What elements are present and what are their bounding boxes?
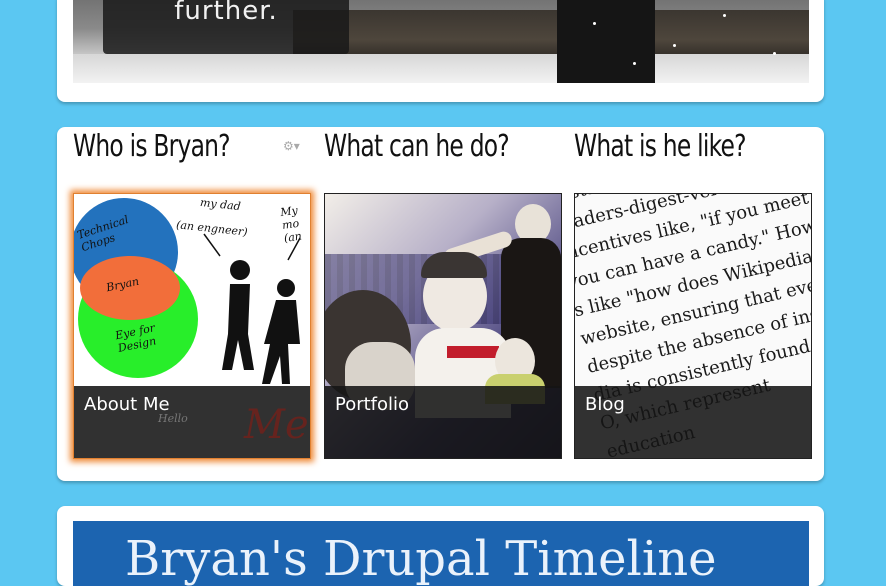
about-me-label: About Me [84,394,170,415]
hero-snow [73,54,809,83]
portfolio-label: Portfolio [335,394,410,415]
snowflake [633,62,636,65]
portfolio-card[interactable]: Portfolio [324,193,562,459]
what-can-he-do-heading: What can he do? [324,129,510,164]
blog-label-bar: Blog [575,386,811,458]
girl-hair [421,252,487,278]
me-label: Me [244,402,309,448]
hero-bench [293,10,809,60]
cards-panel: Who is Bryan? ⚙▾ What can he do? What is… [57,127,824,481]
timeline-panel: Bryan's Drupal Timeline [57,506,824,586]
portfolio-label-bar: Portfolio [325,386,561,458]
snowflake [723,14,726,17]
blog-label: Blog [585,394,625,415]
gear-icon[interactable]: ⚙▾ [283,139,301,153]
hero-image: further. [73,0,809,83]
blog-card[interactable]: bestsellers and readers-digest-versi inc… [574,193,812,459]
snowflake [593,22,596,25]
about-me-card[interactable]: Technical Chops Bryan Eye for Design my … [73,193,311,459]
about-me-label-bar: About Me Hello Me [74,386,310,458]
timeline-banner[interactable]: Bryan's Drupal Timeline [73,521,809,586]
hero-caption: further. [103,0,349,54]
hero-panel: further. [57,0,824,102]
what-is-he-like-heading: What is he like? [574,129,747,164]
hero-person [557,0,655,83]
hero-caption-text: further. [174,0,278,26]
shirt-stripe [447,346,499,358]
snowflake [673,44,676,47]
hello-label: Hello [158,412,188,425]
timeline-title: Bryan's Drupal Timeline [125,531,717,586]
snowflake [773,52,776,55]
who-is-bryan-heading: Who is Bryan? [73,129,231,164]
